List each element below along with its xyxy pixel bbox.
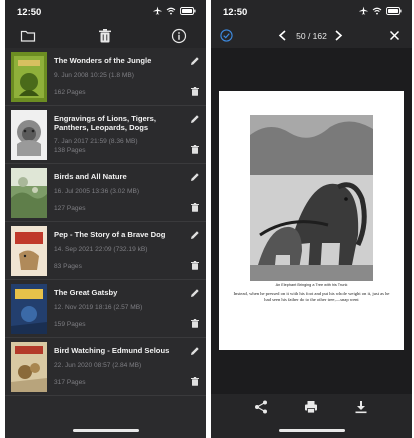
home-indicator[interactable] <box>278 429 345 432</box>
book-title: The Wonders of the Jungle <box>54 56 152 65</box>
edit-icon[interactable] <box>190 172 200 182</box>
book-cover <box>11 342 47 392</box>
trash-icon[interactable] <box>191 261 199 270</box>
chevron-right-icon[interactable] <box>334 30 343 41</box>
book-row[interactable]: Engravings of Lions, Tigers, Panthers, L… <box>5 106 206 164</box>
reader-toolbar: 50 / 162 <box>211 24 412 48</box>
airplane-icon <box>359 6 368 15</box>
edit-icon[interactable] <box>190 114 200 124</box>
book-title: The Great Gatsby <box>54 288 118 297</box>
print-icon[interactable] <box>304 400 318 414</box>
status-bar: 12:50 <box>5 0 206 24</box>
book-list: The Wonders of the Jungle 9. Jun 2008 10… <box>5 48 206 396</box>
home-indicator[interactable] <box>72 429 139 432</box>
book-cover <box>11 226 47 276</box>
page-viewer[interactable]: An Elephant Bringing a Tree with his Tru… <box>211 48 412 394</box>
illustration-caption: An Elephant Bringing a Tree with his Tru… <box>275 283 348 287</box>
library-screen: 12:50 The Wonders of the Jungle 9. Jun 2… <box>5 0 206 438</box>
battery-icon <box>386 6 402 15</box>
book-row[interactable]: Pep - The Story of a Brave Dog 14. Sep 2… <box>5 222 206 280</box>
reader-screen: 12:50 50 / 162 An Elephant Bringing a Tr… <box>211 0 412 438</box>
wifi-icon <box>372 7 382 14</box>
trash-icon[interactable] <box>191 145 199 154</box>
trash-icon[interactable] <box>191 203 199 212</box>
folder-icon[interactable] <box>20 28 36 44</box>
book-title: Pep - The Story of a Brave Dog <box>54 230 166 239</box>
book-row[interactable]: The Great Gatsby 12. Nov 2019 18:16 (2.5… <box>5 280 206 338</box>
page-text: Instead, when he pressed on it with his … <box>233 291 390 303</box>
book-meta: 12. Nov 2019 18:16 (2.57 MB) <box>54 304 143 311</box>
book-meta: 7. Jan 2017 21:59 (8.36 MB) <box>54 138 138 145</box>
book-meta: 9. Jun 2008 10:25 (1.8 MB) <box>54 72 134 79</box>
book-row[interactable]: Bird Watching - Edmund Selous 22. Jun 20… <box>5 338 206 396</box>
book-title: Engravings of Lions, Tigers, Panthers, L… <box>54 114 156 132</box>
book-pages: 162 Pages <box>54 89 86 96</box>
edit-icon[interactable] <box>190 56 200 66</box>
book-cover <box>11 110 47 160</box>
edit-icon[interactable] <box>190 288 200 298</box>
wifi-icon <box>166 7 176 14</box>
book-row[interactable]: The Wonders of the Jungle 9. Jun 2008 10… <box>5 48 206 106</box>
book-meta: 16. Jul 2005 13:36 (3.02 MB) <box>54 188 140 195</box>
system-icons <box>153 6 196 15</box>
status-bar: 12:50 <box>211 0 412 24</box>
book-pages: 83 Pages <box>54 263 82 270</box>
close-icon[interactable] <box>389 30 400 41</box>
book-row[interactable]: Birds and All Nature 16. Jul 2005 13:36 … <box>5 164 206 222</box>
trash-icon[interactable] <box>191 319 199 328</box>
book-title: Birds and All Nature <box>54 172 127 181</box>
trash-icon[interactable] <box>97 28 113 44</box>
trash-icon[interactable] <box>191 87 199 96</box>
library-toolbar <box>5 24 206 48</box>
book-meta: 14. Sep 2021 22:09 (732.19 kB) <box>54 246 148 253</box>
system-icons <box>359 6 402 15</box>
page-illustration <box>250 115 373 281</box>
edit-icon[interactable] <box>190 230 200 240</box>
share-icon[interactable] <box>254 400 268 414</box>
book-pages: 138 Pages <box>54 147 86 154</box>
status-time: 12:50 <box>17 7 42 18</box>
book-pages: 127 Pages <box>54 205 86 212</box>
page-indicator: 50 / 162 <box>296 31 327 41</box>
battery-icon <box>180 6 196 15</box>
info-icon[interactable] <box>171 28 187 44</box>
status-time: 12:50 <box>223 7 248 18</box>
book-page: An Elephant Bringing a Tree with his Tru… <box>219 91 404 350</box>
download-icon[interactable] <box>354 400 368 414</box>
book-cover <box>11 52 47 102</box>
book-cover <box>11 168 47 218</box>
book-cover <box>11 284 47 334</box>
book-title: Bird Watching - Edmund Selous <box>54 346 170 355</box>
book-meta: 22. Jun 2020 08:57 (2.84 MB) <box>54 362 142 369</box>
airplane-icon <box>153 6 162 15</box>
trash-icon[interactable] <box>191 377 199 386</box>
edit-icon[interactable] <box>190 346 200 356</box>
book-pages: 159 Pages <box>54 321 86 328</box>
book-pages: 317 Pages <box>54 379 86 386</box>
